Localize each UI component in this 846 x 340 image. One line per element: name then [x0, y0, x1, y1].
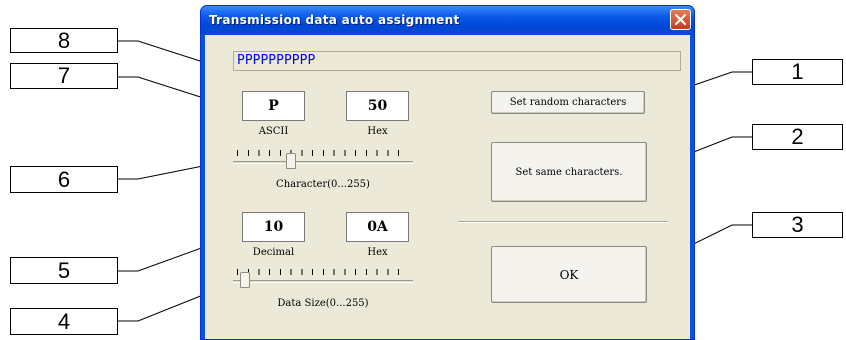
window-title: Transmission data auto assignment — [209, 13, 460, 27]
character-slider-caption: Character(0...255) — [276, 179, 370, 190]
dialog-window: Transmission data auto assignment PPPPPP… — [200, 5, 695, 340]
ok-button[interactable]: OK — [491, 246, 647, 303]
data-size-slider-track — [233, 280, 413, 283]
char-hex-caption: Hex — [367, 126, 388, 137]
callout-5: 5 — [10, 257, 118, 284]
size-hex-value-box: 0A — [346, 212, 409, 242]
transmission-data-field[interactable]: PPPPPPPPPP — [233, 51, 681, 71]
title-bar[interactable]: Transmission data auto assignment — [201, 6, 694, 35]
callout-6: 6 — [10, 166, 118, 193]
separator-line — [458, 221, 668, 223]
character-slider-thumb[interactable] — [286, 153, 296, 169]
set-same-characters-button[interactable]: Set same characters. — [491, 142, 647, 202]
character-slider-track — [233, 161, 413, 164]
close-icon — [674, 13, 687, 26]
decimal-caption: Decimal — [252, 247, 295, 258]
data-size-slider-thumb[interactable] — [240, 272, 250, 288]
ascii-caption: ASCII — [258, 126, 289, 137]
callout-4: 4 — [10, 308, 118, 335]
character-slider[interactable] — [233, 150, 413, 172]
decimal-value-box: 10 — [242, 212, 305, 242]
callout-3: 3 — [752, 212, 843, 238]
char-hex-value-box: 50 — [346, 91, 409, 121]
size-hex-caption: Hex — [367, 247, 388, 258]
data-size-slider-caption: Data Size(0...255) — [277, 298, 369, 309]
character-slider-ticks — [237, 150, 409, 156]
dialog-client-area: PPPPPPPPPP P 50 ASCII Hex Character(0...… — [205, 35, 690, 339]
ascii-value-box: P — [242, 91, 305, 121]
callout-1: 1 — [752, 59, 843, 85]
callout-2: 2 — [752, 124, 843, 150]
close-button[interactable] — [670, 9, 691, 30]
callout-8: 8 — [10, 28, 118, 53]
data-size-slider-ticks — [237, 269, 409, 275]
set-random-characters-button[interactable]: Set random characters — [491, 91, 645, 114]
data-size-slider[interactable] — [233, 269, 413, 291]
callout-7: 7 — [10, 63, 118, 89]
